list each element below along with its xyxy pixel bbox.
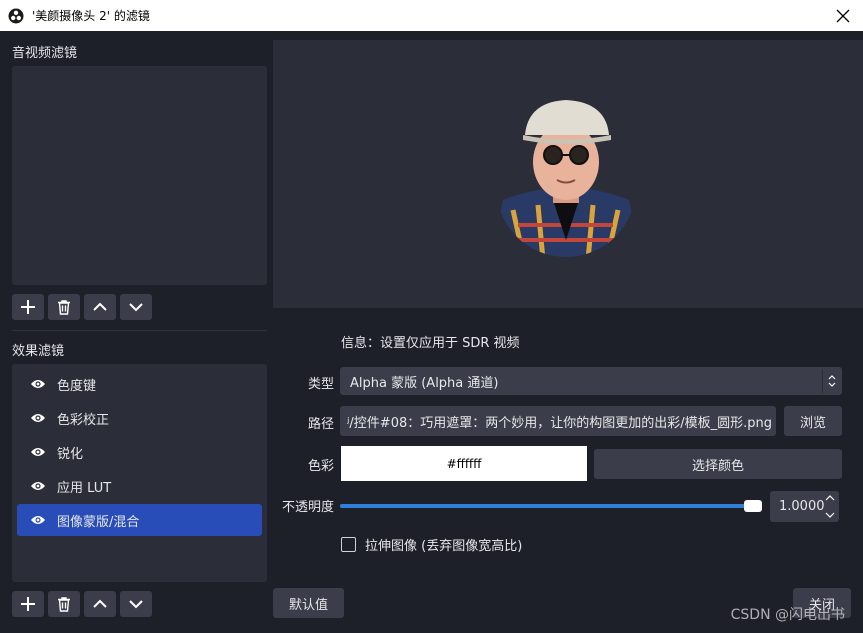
browse-button[interactable]: 浏览 [784, 406, 842, 436]
close-icon [836, 9, 850, 22]
trash-icon [58, 300, 70, 315]
watermark: CSDN @闪电出书 [730, 607, 845, 623]
select-arrows-icon [822, 369, 840, 393]
chevron-down-icon [129, 303, 143, 312]
opacity-label: 不透明度 [281, 500, 334, 515]
filter-item-color-correction[interactable]: 色彩校正 [17, 402, 262, 434]
chevron-up-icon [93, 302, 107, 311]
visibility-toggle[interactable] [23, 378, 53, 390]
window-title: '美颜摄像头 2' 的滤镜 [32, 9, 150, 23]
close-window-button[interactable] [823, 0, 863, 31]
color-value-swatch: #ffffff [341, 446, 587, 481]
defaults-button[interactable]: 默认值 [273, 588, 344, 618]
remove-av-filter-button[interactable] [48, 294, 80, 320]
visibility-toggle[interactable] [23, 480, 53, 492]
move-effect-filter-up-button[interactable] [84, 591, 116, 617]
chevron-down-icon [129, 600, 143, 609]
audio-video-filters-list[interactable] [12, 66, 267, 285]
pick-color-button[interactable]: 选择颜色 [594, 449, 842, 479]
filter-item-label: 图像蒙版/混合 [57, 514, 140, 530]
filter-item-label: 应用 LUT [57, 480, 112, 496]
visibility-toggle[interactable] [23, 446, 53, 458]
eye-icon [31, 380, 45, 388]
stretch-image-label: 拉伸图像 (丢弃图像宽高比) [365, 539, 523, 554]
path-label: 路径 [307, 417, 334, 432]
move-av-filter-down-button[interactable] [120, 294, 152, 320]
info-text: 信息：设置仅应用于 SDR 视频 [341, 336, 520, 351]
opacity-slider[interactable] [340, 500, 762, 512]
filter-item-label: 色度键 [57, 378, 97, 394]
opacity-value: 1.0000 [779, 499, 825, 514]
type-select-value: Alpha 蒙版 (Alpha 通道) [350, 375, 499, 391]
plus-icon [21, 300, 35, 314]
eye-icon [31, 414, 45, 422]
eye-icon [31, 448, 45, 456]
spin-arrows-icon[interactable] [825, 494, 835, 519]
path-input[interactable]: ʲ/控件#08：巧用遮罩：两个妙用，让你的构图更加的出彩/模板_圆形.png [340, 406, 776, 436]
visibility-toggle[interactable] [23, 514, 53, 526]
audio-video-filters-label: 音视频滤镜 [12, 46, 78, 61]
preview-image [496, 100, 636, 257]
filter-item-label: 锐化 [57, 446, 84, 462]
stretch-image-option[interactable]: 拉伸图像 (丢弃图像宽高比) [341, 535, 522, 554]
color-label: 色彩 [307, 459, 334, 474]
type-select[interactable]: Alpha 蒙版 (Alpha 通道) [340, 367, 842, 395]
effect-filters-label: 效果滤镜 [12, 344, 65, 359]
move-av-filter-up-button[interactable] [84, 294, 116, 320]
stretch-image-checkbox[interactable] [341, 537, 356, 552]
plus-icon [21, 597, 35, 611]
visibility-toggle[interactable] [23, 412, 53, 424]
remove-effect-filter-button[interactable] [48, 591, 80, 617]
add-effect-filter-button[interactable] [12, 591, 44, 617]
trash-icon [58, 597, 70, 612]
opacity-slider-fill [340, 504, 753, 508]
opacity-spinbox[interactable]: 1.0000 [770, 491, 839, 522]
eye-icon [31, 482, 45, 490]
chevron-up-icon [93, 599, 107, 608]
eye-icon [31, 516, 45, 524]
filter-item-sharpen[interactable]: 锐化 [17, 436, 262, 468]
filter-item-apply-lut[interactable]: 应用 LUT [17, 470, 262, 502]
section-divider [12, 330, 267, 331]
filter-item-image-mask[interactable]: 图像蒙版/混合 [17, 504, 262, 536]
path-input-value: ʲ/控件#08：巧用遮罩：两个妙用，让你的构图更加的出彩/模板_圆形.png [347, 415, 772, 431]
type-label: 类型 [307, 377, 334, 392]
move-effect-filter-down-button[interactable] [120, 591, 152, 617]
title-bar: '美颜摄像头 2' 的滤镜 [0, 0, 863, 31]
filter-item-label: 色彩校正 [57, 412, 110, 428]
opacity-slider-handle[interactable] [744, 500, 762, 512]
filter-item-chroma-key[interactable]: 色度键 [17, 368, 262, 400]
obs-icon [8, 8, 24, 23]
filter-preview [273, 40, 863, 308]
add-av-filter-button[interactable] [12, 294, 44, 320]
